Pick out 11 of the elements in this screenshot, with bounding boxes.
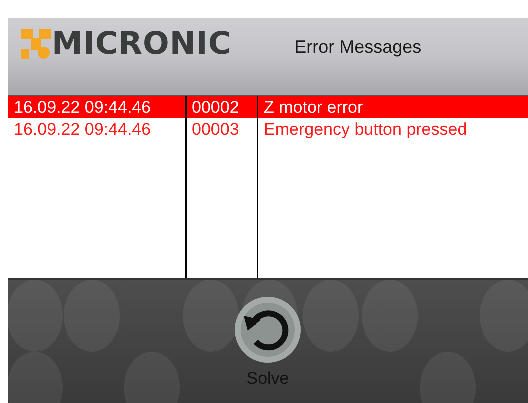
screen-title: Error Messages [294,36,422,59]
table-cell-text: Z motor error [263,98,364,116]
table-cell-text: 00002 [191,98,240,116]
table-row[interactable]: 16.09.22 09:44.46 00002 Z motor error [8,96,528,118]
table-cell-text: 16.09.22 09:44.46 [13,98,152,116]
logo-mark-icon [21,29,51,59]
table-cell-text: 00003 [191,120,240,138]
table-cell-text: 16.09.22 09:44.46 [13,120,152,138]
table-cell-text: Emergency button pressed [263,120,468,138]
undo-icon [234,296,302,364]
logo-text: MICRONIC [52,28,232,60]
